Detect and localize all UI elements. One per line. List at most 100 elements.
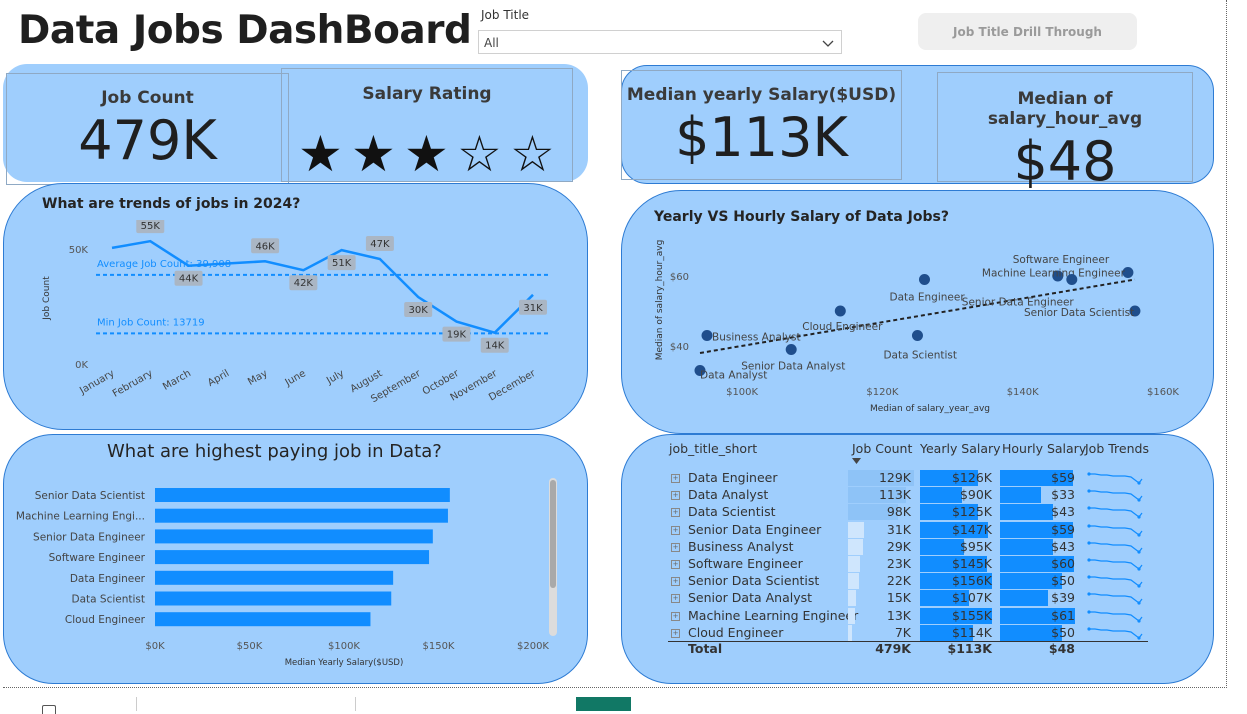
- bar-category-label: Data Scientist: [72, 594, 146, 606]
- drill-through-button[interactable]: Job Title Drill Through: [918, 13, 1137, 50]
- highest-paying-bar-chart[interactable]: Senior Data Scientist Machine Learning En…: [10, 478, 560, 673]
- scatter-point-label: Business Analyst: [712, 332, 801, 344]
- row-hourly: $61: [1051, 607, 1075, 623]
- table-row[interactable]: + Senior Data Engineer 31K $147K $59: [665, 521, 1155, 539]
- row-title: Senior Data Engineer: [688, 521, 822, 537]
- data-label-text: 46K: [255, 241, 275, 252]
- scatter-point-label: Data Engineer: [889, 292, 965, 304]
- row-title: Senior Data Scientist: [688, 573, 820, 589]
- scatter-point-label: Machine Learning Engineer: [982, 268, 1126, 280]
- trend-line-chart[interactable]: Job Count0K50KAverage Job Count: 39,908M…: [30, 220, 570, 405]
- table-row[interactable]: + Data Scientist 98K $125K $43: [665, 504, 1155, 521]
- trend-xtick: January: [77, 368, 116, 397]
- column-header-hourly[interactable]: Hourly Salary: [1002, 441, 1086, 456]
- expand-icon[interactable]: +: [671, 508, 680, 518]
- slicer-value: All: [484, 36, 499, 50]
- expand-icon[interactable]: +: [671, 542, 680, 552]
- row-hourly: $43: [1051, 504, 1075, 520]
- bar-xtick: $0K: [145, 641, 165, 652]
- row-hourly: $50: [1051, 624, 1075, 640]
- bar: [155, 591, 392, 606]
- expand-icon[interactable]: +: [671, 577, 680, 587]
- expand-icon[interactable]: +: [671, 491, 680, 501]
- bar: [155, 488, 450, 502]
- scatter-chart-title: Yearly VS Hourly Salary of Data Jobs?: [654, 209, 949, 225]
- bar-category-label: Senior Data Scientist: [35, 490, 145, 502]
- total-hourly: $48: [1048, 641, 1075, 656]
- job-title-slicer[interactable]: All: [478, 30, 842, 54]
- star-empty-icon: ☆: [510, 125, 555, 183]
- bar-category-label: Data Engineer: [70, 573, 146, 585]
- scatter-ylabel: Median of salary_hour_avg: [655, 240, 665, 360]
- trend-data-label: 55K: [136, 220, 165, 234]
- median-yearly-value: $113K: [675, 106, 848, 169]
- column-header-yearly[interactable]: Yearly Salary: [920, 441, 1001, 456]
- row-yearly: $95K: [959, 538, 992, 554]
- reference-label: Min Job Count: 13719: [97, 317, 205, 328]
- row-count: 22K: [886, 573, 911, 589]
- scrollbar-thumb[interactable]: [550, 480, 556, 588]
- row-title: Data Analyst: [688, 487, 769, 503]
- dashboard-title: Data Jobs DashBoard: [18, 8, 472, 53]
- table-row[interactable]: + Senior Data Analyst 15K $107K $39: [665, 590, 1155, 607]
- row-count: 29K: [886, 538, 911, 554]
- table-row[interactable]: + Senior Data Scientist 22K $156K $50: [665, 573, 1155, 590]
- trend-xtick: February: [111, 368, 155, 400]
- salary-rating-card: Salary Rating ★ ★ ★ ☆ ☆: [281, 68, 573, 182]
- job-count-title: Job Count: [101, 88, 194, 108]
- table-row[interactable]: + Data Analyst 113K $90K $33: [665, 487, 1155, 504]
- column-header-trends[interactable]: Job Trends: [1085, 441, 1149, 456]
- expand-icon[interactable]: +: [671, 594, 680, 604]
- bar-chart-scrollbar[interactable]: [549, 478, 557, 636]
- salary-rating-title: Salary Rating: [362, 84, 492, 104]
- row-count: 129K: [878, 470, 911, 485]
- row-title: Business Analyst: [688, 538, 794, 554]
- data-label-text: 14K: [485, 341, 505, 352]
- row-hourly: $59: [1051, 470, 1075, 485]
- bar-category-label: Machine Learning Engi...: [16, 511, 145, 523]
- row-yearly: $145K: [951, 556, 992, 571]
- table-row[interactable]: + Cloud Engineer 7K $114K $50: [665, 624, 1155, 642]
- expand-icon[interactable]: +: [671, 560, 680, 569]
- scatter-ytick: $40: [670, 342, 689, 353]
- page-tab-divider-1: [136, 697, 137, 711]
- sparkline: [1087, 609, 1143, 623]
- star-filled-icon: ★: [404, 125, 449, 183]
- expand-icon[interactable]: +: [671, 525, 680, 535]
- sparkline: [1087, 592, 1143, 605]
- row-count: 23K: [886, 556, 911, 571]
- sparkline: [1087, 489, 1143, 502]
- trend-xtick: May: [246, 368, 269, 388]
- column-header-title[interactable]: job_title_short: [669, 441, 757, 456]
- star-empty-icon: ☆: [457, 125, 502, 183]
- expand-icon[interactable]: +: [671, 628, 680, 638]
- chevron-down-icon[interactable]: [821, 35, 835, 54]
- trend-data-label: 31K: [519, 299, 547, 315]
- trend-ytick-50: 50K: [69, 245, 89, 256]
- column-header-job-count[interactable]: Job Count: [852, 441, 912, 464]
- row-yearly: $126K: [951, 470, 992, 485]
- page-tab-divider-2: [355, 697, 356, 711]
- page-tab-active[interactable]: [576, 697, 631, 711]
- bar-xtick: $100K: [328, 641, 360, 652]
- table-row[interactable]: + Data Engineer 129K $126K $59: [665, 470, 1155, 487]
- trend-ylabel: Job Count: [42, 276, 52, 321]
- scatter-point-label: Cloud Engineer: [802, 321, 883, 333]
- expand-icon[interactable]: +: [671, 474, 680, 483]
- scatter-point: [911, 330, 923, 341]
- scatter-point: [785, 344, 797, 355]
- bar-xlabel: Median Yearly Salary($USD): [285, 658, 404, 668]
- row-count: 15K: [886, 590, 911, 606]
- trend-xtick: June: [283, 368, 308, 389]
- table-row[interactable]: + Software Engineer 23K $145K $60: [665, 556, 1155, 573]
- table-row[interactable]: + Machine Learning Engineer 13K $155K $61: [665, 607, 1155, 625]
- scatter-xtick: $160K: [1147, 387, 1179, 398]
- expand-icon[interactable]: +: [671, 611, 680, 621]
- job-count-card: Job Count 479K: [6, 73, 289, 185]
- page-tab-icon[interactable]: [42, 705, 56, 714]
- sparkline: [1087, 506, 1143, 519]
- trend-data-label: 14K: [480, 337, 509, 353]
- salary-scatter-chart[interactable]: Median of salary_hour_avg Median of salar…: [640, 240, 1200, 420]
- table-row[interactable]: + Business Analyst 29K $95K $43: [665, 538, 1155, 556]
- trend-data-label: 19K: [442, 326, 471, 342]
